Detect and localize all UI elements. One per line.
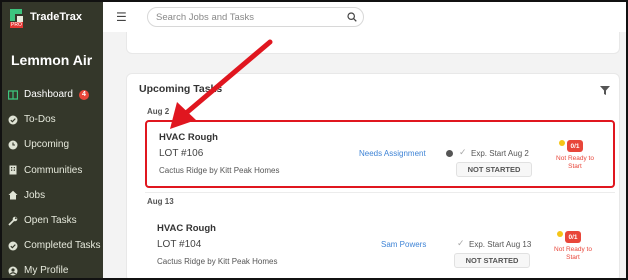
task-community: Cactus Ridge by Kitt Peak Homes [159, 166, 280, 175]
check-circle-icon [8, 241, 18, 251]
assignee-link[interactable]: Sam Powers [381, 240, 426, 249]
task-title[interactable]: HVAC Rough [157, 223, 216, 234]
sidebar: PRO TradeTrax Lemmon Air Dashboard 4 To-… [2, 2, 103, 278]
status-badge[interactable]: NOT STARTED [456, 162, 532, 177]
dashboard-icon [8, 89, 18, 100]
sidebar-item-label: Open Tasks [24, 215, 77, 227]
brand[interactable]: PRO TradeTrax [10, 8, 82, 28]
sidebar-item-dashboard[interactable]: Dashboard 4 [2, 82, 103, 107]
sidebar-item-label: Upcoming [24, 139, 70, 151]
search-icon[interactable] [347, 12, 357, 22]
building-icon [8, 165, 18, 175]
readiness-status: Not Ready to Start [554, 246, 592, 261]
wrench-icon [8, 216, 18, 226]
task-title[interactable]: HVAC Rough [159, 132, 218, 143]
hamburger-menu-icon[interactable]: ☰ [116, 10, 127, 24]
check-circle-icon [8, 115, 18, 125]
status-badge[interactable]: NOT STARTED [454, 253, 530, 268]
search-input[interactable] [156, 11, 336, 23]
sidebar-item-label: My Profile [24, 265, 69, 277]
clock-icon [446, 150, 453, 157]
sidebar-item-completed-tasks[interactable]: Completed Tasks [2, 233, 103, 258]
sidebar-item-label: Completed Tasks [24, 240, 101, 252]
sidebar-item-open-tasks[interactable]: Open Tasks [2, 208, 103, 233]
sidebar-item-label: Dashboard [24, 89, 73, 101]
clock-icon [8, 140, 18, 150]
filter-icon[interactable] [600, 86, 610, 95]
sidebar-item-label: Jobs [24, 189, 46, 201]
warning-icon [559, 140, 565, 146]
assignee-link[interactable]: Needs Assignment [359, 149, 426, 158]
brand-name: TradeTrax [30, 11, 82, 23]
sidebar-item-label: Communities [24, 164, 83, 176]
sidebar-nav: Dashboard 4 To-Dos Upcoming Communities [2, 82, 103, 278]
progress-badge: 0/1 [567, 140, 583, 152]
task-community: Cactus Ridge by Kitt Peak Homes [157, 257, 278, 266]
previous-card [126, 32, 620, 54]
date-label: Aug 2 [147, 107, 170, 116]
window-frame: PRO TradeTrax Lemmon Air Dashboard 4 To-… [0, 0, 628, 280]
progress-badge: 0/1 [565, 231, 581, 243]
task-lot: LOT #104 [157, 239, 202, 250]
sidebar-item-todos[interactable]: To-Dos [2, 107, 103, 132]
tradetrax-logo-icon: PRO [10, 9, 26, 28]
company-name: Lemmon Air [11, 52, 93, 68]
user-icon [8, 266, 18, 276]
panel-title: Upcoming Tasks [139, 83, 223, 95]
task-lot: LOT #106 [159, 148, 204, 159]
sidebar-item-upcoming[interactable]: Upcoming [2, 132, 103, 157]
sidebar-item-label: To-Dos [24, 114, 56, 126]
search-bar [147, 7, 364, 27]
sidebar-item-jobs[interactable]: Jobs [2, 183, 103, 208]
task-card[interactable]: HVAC Rough LOT #106 Cactus Ridge by Kitt… [145, 120, 615, 188]
expected-start: Exp. Start Aug 2 [471, 149, 529, 158]
check-icon: ✓ [457, 238, 465, 248]
sidebar-item-my-profile[interactable]: My Profile [2, 258, 103, 278]
divider [145, 192, 615, 193]
check-icon: ✓ [459, 147, 467, 157]
sidebar-item-communities[interactable]: Communities [2, 158, 103, 183]
readiness-status: Not Ready to Start [556, 155, 594, 170]
task-card[interactable]: HVAC Rough LOT #104 Cactus Ridge by Kitt… [145, 213, 615, 278]
home-icon [8, 190, 18, 200]
warning-icon [557, 231, 563, 237]
date-label: Aug 13 [147, 197, 174, 206]
expected-start: Exp. Start Aug 13 [469, 240, 532, 249]
notification-badge: 4 [78, 89, 89, 100]
